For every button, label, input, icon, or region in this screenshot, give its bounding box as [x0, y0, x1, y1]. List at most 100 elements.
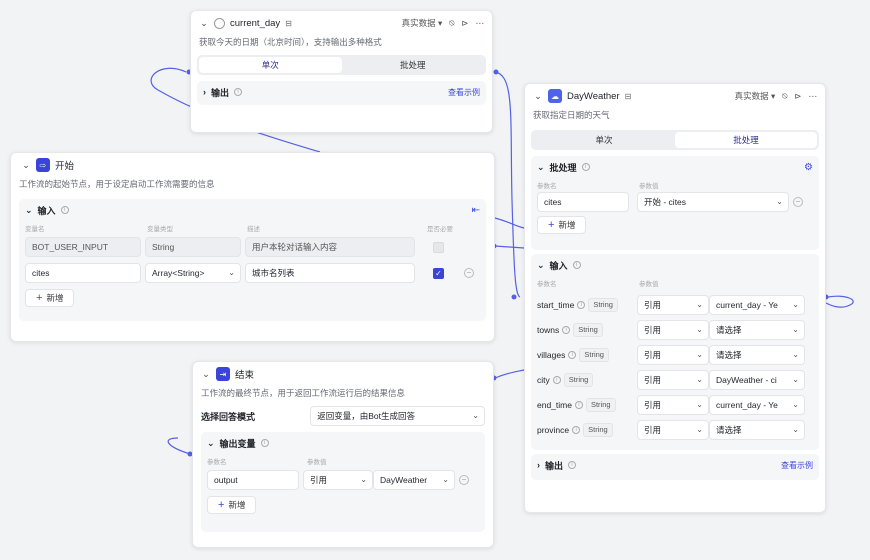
column-header-row: 变量名 变量类型 描述 是否必要 — [25, 221, 480, 235]
add-button[interactable]: + 新增 — [25, 289, 75, 307]
column-header-row: 参数名 参数值 — [537, 178, 813, 192]
param-value-select[interactable]: 请选择 ⌄ — [709, 345, 805, 365]
batch-name-field[interactable]: cites — [537, 192, 629, 212]
ref-type-select[interactable]: 引用 ⌄ — [303, 470, 373, 490]
view-example-link[interactable]: 查看示例 — [781, 460, 813, 471]
run-icon[interactable]: ⊳ — [794, 91, 801, 102]
start-node[interactable]: ⌄ ⇨ 开始 工作流的起始节点，用于设定启动工作流需要的信息 ⌄ 输入 i ⇤ … — [10, 152, 495, 342]
info-icon: i — [572, 426, 581, 434]
var-type-select[interactable]: Array<String> ⌄ — [145, 263, 241, 283]
chevron-down-icon: ⌄ — [792, 300, 799, 309]
more-icon[interactable]: ⋯ — [809, 91, 818, 102]
run-mode-tabs: 单次 批处理 — [531, 130, 819, 150]
tab-batch[interactable]: 批处理 — [342, 57, 485, 73]
more-icon[interactable]: ⋯ — [476, 18, 485, 29]
col-name-header: 参数名 — [537, 281, 557, 288]
input-row: start_time i String 引用 ⌄ current_day - Ye ⌄ — [537, 295, 813, 315]
chevron-down-icon: ⌄ — [696, 375, 703, 384]
batch-settings-icon[interactable]: ⚙ — [804, 162, 813, 173]
run-icon[interactable]: ⊳ — [461, 18, 468, 29]
type-tag: String — [579, 348, 609, 362]
collapse-chevron-icon[interactable]: ⌄ — [207, 438, 215, 449]
data-mode-select[interactable]: 真实数据 ▾ — [735, 90, 776, 102]
answer-mode-select[interactable]: 返回变量，由Bot生成回答 ⌄ — [310, 406, 485, 426]
ref-type-select[interactable]: 引用 ⌄ — [637, 395, 709, 415]
ref-type-select[interactable]: 引用 ⌄ — [637, 370, 709, 390]
collapse-chevron-icon[interactable]: ⌄ — [21, 160, 31, 170]
collapse-chevron-icon[interactable]: ⌄ — [201, 369, 211, 379]
info-icon: i — [581, 163, 590, 171]
input-row: end_time i String 引用 ⌄ current_day - Ye ⌄ — [537, 395, 813, 415]
info-icon: i — [562, 326, 571, 334]
plus-icon: + — [36, 292, 43, 304]
collapse-chevron-icon[interactable]: ⌄ — [199, 18, 209, 28]
info-icon: i — [568, 351, 577, 359]
input-row: villages i String 引用 ⌄ 请选择 ⌄ — [537, 345, 813, 365]
output-value-select[interactable]: DayWeather ⌄ — [373, 470, 455, 490]
collapse-chevron-icon[interactable]: ⌄ — [537, 260, 545, 271]
table-row: cites Array<String> ⌄ 城市名列表 ✓ − — [25, 263, 480, 283]
chevron-down-icon: ⌄ — [792, 325, 799, 334]
add-button[interactable]: + 新增 — [207, 496, 257, 514]
column-header-row: 参数名 参数值 — [207, 454, 479, 468]
param-name: province — [537, 425, 570, 435]
col-desc-header: 描述 — [247, 226, 260, 233]
import-icon[interactable]: ⇤ — [472, 205, 480, 216]
param-name: start_time — [537, 300, 575, 310]
tab-batch[interactable]: 批处理 — [675, 132, 817, 148]
chevron-down-icon: ⌄ — [776, 197, 783, 206]
current-day-node[interactable]: ⌄ current_day ⊟ 真实数据 ▾ ⍉ ⊳ ⋯ 获取今天的日期（北京时… — [190, 10, 493, 133]
col-required-header: 是否必要 — [427, 226, 453, 233]
var-desc-field[interactable]: 城市名列表 — [245, 263, 415, 283]
info-icon: i — [552, 376, 561, 384]
required-checkbox[interactable]: ✓ — [433, 267, 444, 279]
chevron-down-icon: ⌄ — [360, 475, 367, 484]
output-vars-section: ⌄ 输出变量 i 参数名 参数值 output 引用 ⌄ DayWeather ⌄ … — [201, 432, 485, 532]
data-mode-select[interactable]: 真实数据 ▾ — [402, 17, 443, 29]
var-name-field[interactable]: cites — [25, 263, 141, 283]
info-icon: i — [577, 301, 586, 309]
node-description: 获取今天的日期（北京时间），支持输出多种格式 — [199, 37, 382, 47]
weather-plugin-icon: ☁ — [548, 89, 562, 103]
ref-type-select[interactable]: 引用 ⌄ — [637, 295, 709, 315]
output-label: 输出 — [211, 87, 230, 98]
remove-row-icon[interactable]: − — [464, 268, 474, 278]
chevron-down-icon: ⌄ — [696, 300, 703, 309]
dayweather-node[interactable]: ⌄ ☁ DayWeather ⊟ 真实数据 ▾ ⍉ ⊳ ⋯ 获取指定日期的天气 … — [524, 83, 826, 513]
output-row: output 引用 ⌄ DayWeather ⌄ − — [207, 470, 479, 490]
expand-chevron-icon[interactable]: › — [203, 87, 206, 97]
mute-icon[interactable]: ⍉ — [449, 18, 454, 29]
output-section: › 输出 i 查看示例 — [531, 454, 819, 480]
param-value-select[interactable]: 请选择 ⌄ — [709, 320, 805, 340]
tab-single[interactable]: 单次 — [199, 57, 342, 73]
ref-type-select[interactable]: 引用 ⌄ — [637, 420, 709, 440]
end-node[interactable]: ⌄ ⇥ 结束 工作流的最终节点，用于返回工作流运行后的结果信息 选择回答模式 返… — [192, 361, 494, 548]
info-icon: i — [572, 261, 581, 269]
view-example-link[interactable]: 查看示例 — [448, 87, 480, 98]
clock-icon — [214, 17, 225, 29]
expand-chevron-icon[interactable]: › — [537, 460, 540, 470]
param-value-select[interactable]: current_day - Ye ⌄ — [709, 295, 805, 315]
input-row: towns i String 引用 ⌄ 请选择 ⌄ — [537, 320, 813, 340]
param-value-select[interactable]: DayWeather - ci ⌄ — [709, 370, 805, 390]
remove-row-icon[interactable]: − — [459, 475, 469, 485]
chevron-down-icon: ⌄ — [792, 350, 799, 359]
collapse-chevron-icon[interactable]: ⌄ — [537, 162, 545, 173]
table-row: BOT_USER_INPUT String 用户本轮对话输入内容 — [25, 237, 480, 257]
info-icon: i — [574, 401, 583, 409]
collapse-chevron-icon[interactable]: ⌄ — [25, 205, 33, 216]
param-value-select[interactable]: 请选择 ⌄ — [709, 420, 805, 440]
tab-single[interactable]: 单次 — [533, 132, 675, 148]
param-value-select[interactable]: current_day - Ye ⌄ — [709, 395, 805, 415]
batch-value-select[interactable]: 开始 - cites ⌄ — [637, 192, 789, 212]
batch-section: ⌄ 批处理 i ⚙ 参数名 参数值 cites 开始 - cites ⌄ − + 新… — [531, 156, 819, 250]
remove-row-icon[interactable]: − — [793, 197, 803, 207]
ref-type-select[interactable]: 引用 ⌄ — [637, 320, 709, 340]
chevron-down-icon: ⌄ — [696, 400, 703, 409]
mute-icon[interactable]: ⍉ — [782, 91, 787, 102]
output-name-field[interactable]: output — [207, 470, 299, 490]
collapse-chevron-icon[interactable]: ⌄ — [533, 91, 543, 101]
param-name: towns — [537, 325, 560, 335]
add-button[interactable]: + 新增 — [537, 216, 587, 234]
ref-type-select[interactable]: 引用 ⌄ — [637, 345, 709, 365]
